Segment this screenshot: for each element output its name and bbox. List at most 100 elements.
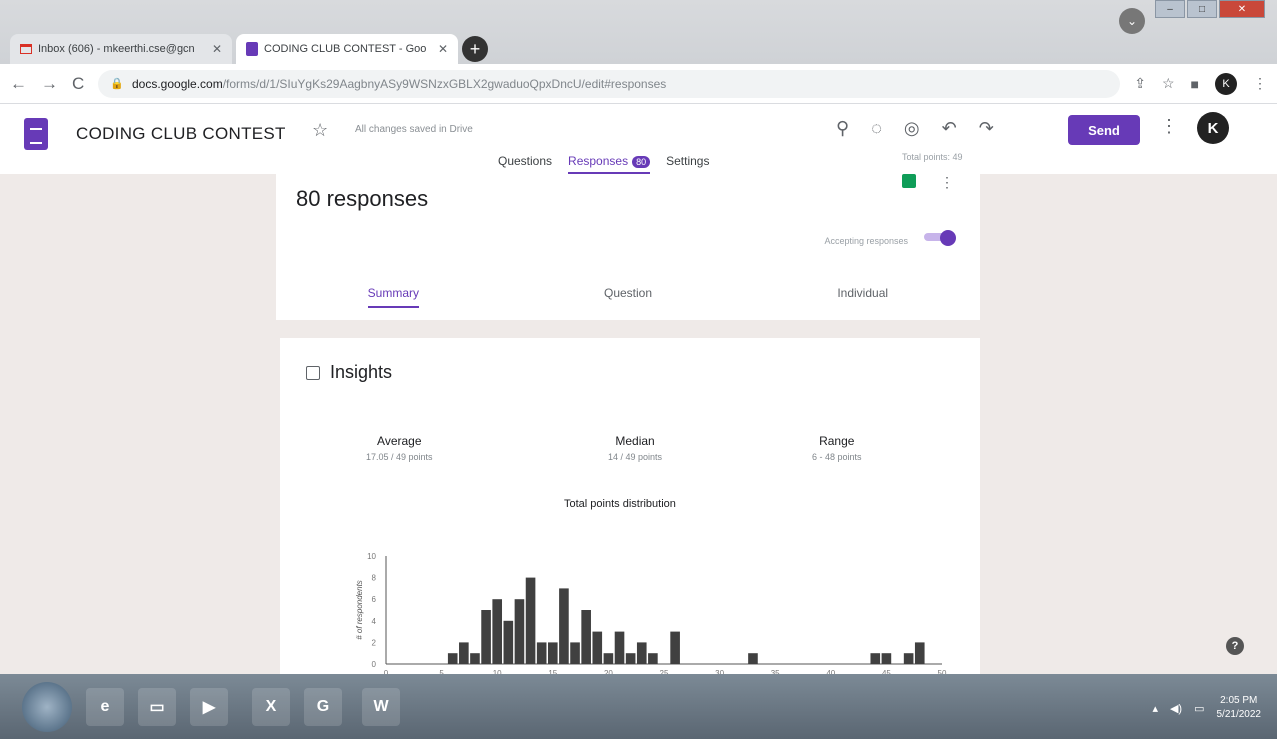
chrome-icon[interactable]: G [304,688,342,726]
histogram-bar [481,610,491,664]
histogram-bar [614,631,625,664]
share-icon[interactable]: ⇪ [1134,75,1146,92]
window-close-button[interactable]: ✕ [1219,0,1265,18]
tab-responses-label: Responses [568,154,629,168]
reload-icon[interactable]: C [72,74,84,94]
tab-gmail[interactable]: Inbox (606) - mkeerthi.cse@gcn ✕ [10,34,232,64]
y-tick-label: 0 [372,660,377,669]
total-points: Total points: 49 [902,152,963,162]
windows-taskbar: e ▭ ▶ X G W ▴ ◀) ▭ 2:05 PM 5/21/2022 [0,674,1277,739]
subtab-question[interactable]: Question [511,286,746,300]
close-tab-icon[interactable]: ✕ [438,42,448,56]
browser-tab-strip: Inbox (606) - mkeerthi.cse@gcn ✕ CODING … [0,0,1277,64]
subtab-summary[interactable]: Summary [276,286,511,308]
profile-icon[interactable]: K [1215,72,1237,95]
palette-icon[interactable]: ◌ [871,118,882,139]
subtab-individual[interactable]: Individual [745,286,980,300]
average-stat: Average 17.05 / 49 points [366,434,433,462]
histogram-bar [503,620,514,664]
histogram-bar [570,642,580,664]
histogram-bar [547,642,558,664]
addon-icon[interactable]: ⚲ [836,118,849,139]
sheets-icon[interactable] [902,174,916,188]
avatar[interactable]: K [1197,112,1229,144]
maximize-button[interactable]: □ [1187,0,1217,18]
send-button[interactable]: Send [1068,115,1140,145]
chart-title: Total points distribution [564,498,676,510]
close-tab-icon[interactable]: ✕ [212,42,222,56]
side-panel-icon[interactable]: ■ [1191,76,1199,92]
y-tick-label: 10 [367,552,376,561]
forms-logo-icon[interactable] [24,118,48,150]
forward-icon[interactable]: → [41,74,58,94]
new-tab-button[interactable]: + [462,36,488,62]
tab-responses[interactable]: Responses 80 [568,154,651,174]
more-options-icon[interactable]: ⋮ [1160,116,1178,137]
histogram-bar [592,631,603,664]
url-path: /forms/d/1/SIuYgKs29AagbnyASy9WSNzxGBLX2… [222,76,667,91]
responses-count-badge: 80 [632,156,651,168]
save-status: All changes saved in Drive [355,124,473,135]
histogram-bar [625,653,636,664]
forms-icon [246,42,258,56]
browser-toolbar: ← → C 🔒 docs.google.com/forms/d/1/SIuYgK… [0,64,1277,104]
preview-eye-icon[interactable]: ◎ [904,118,920,139]
y-axis-label: # of respondents [355,580,364,640]
start-button[interactable] [22,682,72,732]
undo-icon[interactable]: ↶ [942,118,957,139]
clock-date: 5/21/2022 [1216,709,1262,720]
y-tick-label: 6 [372,595,377,604]
responses-count: 80 responses [296,186,429,211]
clock[interactable]: 2:05 PM 5/21/2022 [1217,694,1262,722]
y-tick-label: 4 [372,617,377,626]
histogram-bar [648,653,658,664]
responses-card: 80 responses ⋮ Accepting responses Summa… [276,174,980,320]
gmail-icon [20,44,32,54]
form-title[interactable]: CODING CLUB CONTEST [76,124,286,144]
range-stat: Range 6 - 48 points [812,434,862,462]
median-value: 14 / 49 points [608,452,663,462]
histogram-bar [525,577,536,664]
histogram-bar [748,653,758,664]
histogram-bar [447,653,458,664]
median-label: Median [615,434,655,448]
forms-header: CODING CLUB CONTEST ☆ All changes saved … [0,104,1277,174]
window-controls: – □ ✕ [1155,0,1265,18]
tab-forms[interactable]: CODING CLUB CONTEST - Goo ✕ [236,34,458,64]
subtab-individual-label: Individual [837,286,889,300]
accepting-responses-toggle[interactable] [924,230,956,246]
help-icon[interactable]: ? [1226,637,1244,655]
tab-questions[interactable]: Questions [498,154,552,174]
network-icon[interactable]: ▭ [1194,702,1204,715]
back-icon[interactable]: ← [10,74,27,94]
excel-icon[interactable]: X [252,688,290,726]
file-explorer-icon[interactable]: ▭ [138,688,176,726]
system-tray: ▴ ◀) ▭ 2:05 PM 5/21/2022 [1152,694,1261,722]
histogram-bar [903,653,914,664]
histogram-bar [870,653,881,664]
tab-title: CODING CLUB CONTEST - Goo [264,43,427,55]
word-icon[interactable]: W [362,688,400,726]
range-label: Range [819,434,855,448]
volume-icon[interactable]: ◀) [1170,702,1182,715]
histogram-bar [470,653,480,664]
minimize-button[interactable]: – [1155,0,1185,18]
tab-settings[interactable]: Settings [666,154,709,174]
histogram-bar [514,599,525,664]
tray-arrow-icon[interactable]: ▴ [1152,702,1158,715]
responses-menu-icon[interactable]: ⋮ [940,174,954,191]
histogram-bar [636,642,647,664]
address-bar[interactable]: 🔒 docs.google.com/forms/d/1/SIuYgKs29Aag… [98,69,1121,98]
ie-icon[interactable]: e [86,688,124,726]
media-player-icon[interactable]: ▶ [190,688,228,726]
histogram-bar [559,588,569,664]
tab-search-icon[interactable]: ⌄ [1119,8,1145,34]
browser-menu-icon[interactable]: ⋮ [1253,75,1267,92]
histogram-bar [536,642,547,664]
star-icon[interactable]: ☆ [312,120,328,141]
histogram-bar [914,642,925,664]
insights-chart-icon [306,365,320,380]
redo-icon[interactable]: ↷ [979,118,994,139]
histogram-bar [492,599,503,664]
bookmark-star-icon[interactable]: ☆ [1162,75,1175,92]
